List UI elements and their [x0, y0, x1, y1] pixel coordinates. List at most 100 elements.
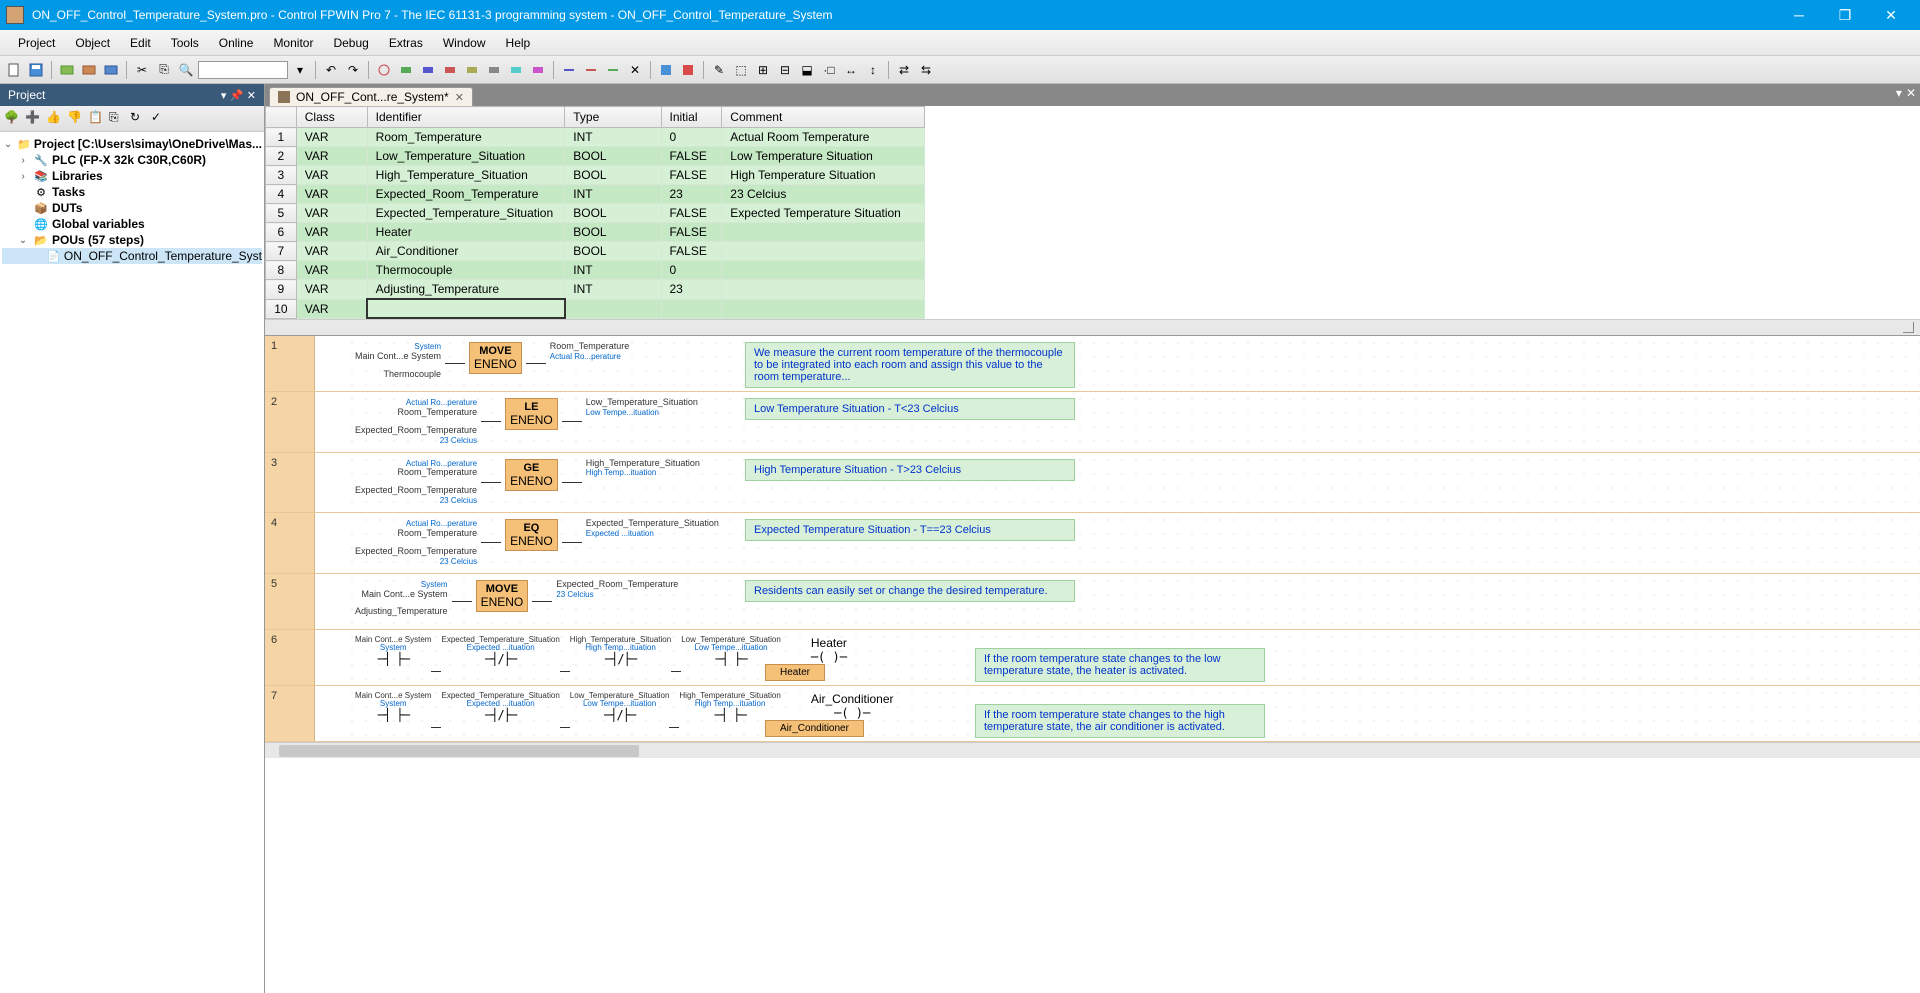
cell-class[interactable]: VAR: [296, 223, 367, 242]
tab-dropdown-icon[interactable]: ▾: [1896, 86, 1902, 100]
var-row[interactable]: 9 VAR Adjusting_Temperature INT 23: [266, 280, 925, 300]
row-number[interactable]: 8: [266, 261, 297, 280]
cell-comment[interactable]: [722, 223, 925, 242]
ladder-rung[interactable]: 6 Main Cont...e System System ─┤ ├─ Expe…: [265, 630, 1920, 686]
toolbar-icon[interactable]: [396, 60, 416, 80]
toolbar-icon[interactable]: ⎘: [109, 110, 127, 128]
rung-comment[interactable]: Residents can easily set or change the d…: [745, 580, 1075, 602]
contact[interactable]: Expected_Temperature_Situation Expected …: [441, 692, 559, 722]
cell-comment[interactable]: Expected Temperature Situation: [722, 204, 925, 223]
toolbar-icon[interactable]: [678, 60, 698, 80]
tree-duts[interactable]: 📦 DUTs: [2, 200, 262, 216]
toolbar-icon[interactable]: [484, 60, 504, 80]
find-icon[interactable]: 🔍: [176, 60, 196, 80]
cell-type[interactable]: INT: [565, 185, 661, 204]
redo-icon[interactable]: ↷: [343, 60, 363, 80]
coil-box[interactable]: Air_Conditioner: [765, 720, 864, 737]
function-block[interactable]: EQ ENENO: [505, 519, 558, 551]
var-row[interactable]: 6 VAR Heater BOOL FALSE: [266, 223, 925, 242]
ladder-rung[interactable]: 5 SystemMain Cont...e System Adjusting_T…: [265, 574, 1920, 630]
dropdown-icon[interactable]: ▾: [290, 60, 310, 80]
cell-class[interactable]: VAR: [296, 261, 367, 280]
cell-identifier[interactable]: Expected_Temperature_Situation: [367, 204, 565, 223]
cell-comment[interactable]: High Temperature Situation: [722, 166, 925, 185]
menu-monitor[interactable]: Monitor: [263, 32, 323, 54]
cell-comment[interactable]: [722, 280, 925, 300]
rung-comment[interactable]: If the room temperature state changes to…: [975, 648, 1265, 682]
close-button[interactable]: ✕: [1868, 0, 1914, 30]
var-row[interactable]: 4 VAR Expected_Room_Temperature INT 23 2…: [266, 185, 925, 204]
minimize-button[interactable]: ─: [1776, 0, 1822, 30]
cell-identifier[interactable]: Expected_Room_Temperature: [367, 185, 565, 204]
cut-icon[interactable]: ✂: [132, 60, 152, 80]
cell-identifier[interactable]: Adjusting_Temperature: [367, 280, 565, 300]
cell-initial[interactable]: 0: [661, 128, 722, 147]
row-number[interactable]: 10: [266, 299, 297, 318]
row-number[interactable]: 6: [266, 223, 297, 242]
toolbar-icon[interactable]: [559, 60, 579, 80]
undo-icon[interactable]: ↶: [321, 60, 341, 80]
cell-type[interactable]: BOOL: [565, 223, 661, 242]
sidebar-close-icon[interactable]: ✕: [247, 90, 256, 102]
contact[interactable]: Low_Temperature_Situation Low Tempe...it…: [681, 636, 781, 666]
ladder-rung[interactable]: 3 Actual Ro...peratureRoom_Temperature E…: [265, 453, 1920, 514]
coil[interactable]: Air_Conditioner ─( )─: [811, 692, 894, 720]
ladder-rung[interactable]: 7 Main Cont...e System System ─┤ ├─ Expe…: [265, 686, 1920, 742]
menu-online[interactable]: Online: [209, 32, 264, 54]
ladder-rung[interactable]: 4 Actual Ro...peratureRoom_Temperature E…: [265, 513, 1920, 574]
var-row[interactable]: 2 VAR Low_Temperature_Situation BOOL FAL…: [266, 147, 925, 166]
ladder-rung[interactable]: 1 SystemMain Cont...e System Thermocoupl…: [265, 336, 1920, 392]
col-header-type[interactable]: Type: [565, 107, 661, 128]
tree-globals[interactable]: 🌐 Global variables: [2, 216, 262, 232]
tree-libraries[interactable]: › 📚 Libraries: [2, 168, 262, 184]
menu-debug[interactable]: Debug: [323, 32, 378, 54]
ladder-hscroll[interactable]: [265, 742, 1920, 758]
row-number[interactable]: 2: [266, 147, 297, 166]
toolbar-icon[interactable]: [581, 60, 601, 80]
cell-initial[interactable]: 0: [661, 261, 722, 280]
cell-comment[interactable]: Low Temperature Situation: [722, 147, 925, 166]
col-header[interactable]: [266, 107, 297, 128]
toolbar-icon[interactable]: [462, 60, 482, 80]
tree-root[interactable]: ⌄ 📁 Project [C:\Users\simay\OneDrive\Mas…: [2, 136, 262, 152]
rung-comment[interactable]: Low Temperature Situation - T<23 Celcius: [745, 398, 1075, 420]
var-row[interactable]: 3 VAR High_Temperature_Situation BOOL FA…: [266, 166, 925, 185]
cell-type[interactable]: BOOL: [565, 166, 661, 185]
toolbar-icon[interactable]: 👍: [46, 110, 64, 128]
row-number[interactable]: 9: [266, 280, 297, 300]
menu-window[interactable]: Window: [433, 32, 496, 54]
tree-pous[interactable]: ⌄ 📂 POUs (57 steps): [2, 232, 262, 248]
cell-type[interactable]: BOOL: [565, 242, 661, 261]
tree-tasks[interactable]: ⚙ Tasks: [2, 184, 262, 200]
toolbar-icon[interactable]: ↕: [863, 60, 883, 80]
function-block[interactable]: LE ENENO: [505, 398, 558, 430]
maximize-button[interactable]: ❐: [1822, 0, 1868, 30]
toolbar-icon[interactable]: [440, 60, 460, 80]
cell-class[interactable]: VAR: [296, 299, 367, 318]
cell-class[interactable]: VAR: [296, 185, 367, 204]
ladder-rung[interactable]: 2 Actual Ro...peratureRoom_Temperature E…: [265, 392, 1920, 453]
col-header-class[interactable]: Class: [296, 107, 367, 128]
var-row[interactable]: 1 VAR Room_Temperature INT 0 Actual Room…: [266, 128, 925, 147]
toolbar-icon[interactable]: ↔: [841, 60, 861, 80]
rung-comment[interactable]: Expected Temperature Situation - T==23 C…: [745, 519, 1075, 541]
sidebar-dropdown-icon[interactable]: ▾: [221, 90, 227, 102]
contact[interactable]: High_Temperature_Situation High Temp...i…: [570, 636, 671, 666]
row-number[interactable]: 5: [266, 204, 297, 223]
cell-comment[interactable]: 23 Celcius: [722, 185, 925, 204]
collapse-icon[interactable]: ⌄: [16, 235, 30, 246]
rung-comment[interactable]: If the room temperature state changes to…: [975, 704, 1265, 738]
contact[interactable]: Main Cont...e System System ─┤ ├─: [355, 636, 431, 666]
menu-tools[interactable]: Tools: [161, 32, 209, 54]
col-header-identifier[interactable]: Identifier: [367, 107, 565, 128]
cell-comment[interactable]: [722, 299, 925, 318]
var-row[interactable]: 7 VAR Air_Conditioner BOOL FALSE: [266, 242, 925, 261]
cell-identifier[interactable]: Low_Temperature_Situation: [367, 147, 565, 166]
expand-icon[interactable]: ➕: [25, 110, 43, 128]
toolbar-icon[interactable]: [656, 60, 676, 80]
var-row[interactable]: 8 VAR Thermocouple INT 0: [266, 261, 925, 280]
tree-icon[interactable]: 🌳: [4, 110, 22, 128]
toolbar-icon[interactable]: ⊞: [753, 60, 773, 80]
rung-comment[interactable]: We measure the current room temperature …: [745, 342, 1075, 388]
rung-comment[interactable]: High Temperature Situation - T>23 Celciu…: [745, 459, 1075, 481]
